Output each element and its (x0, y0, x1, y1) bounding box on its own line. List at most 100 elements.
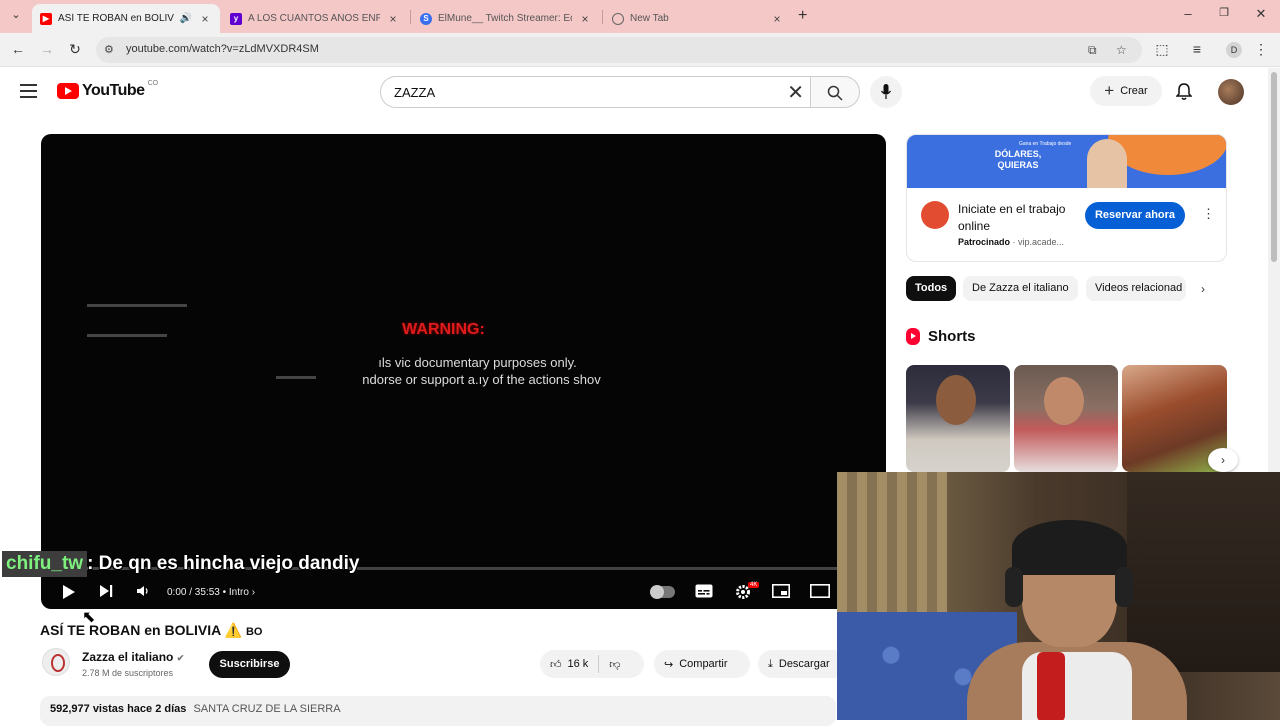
subscribe-button[interactable]: Suscribirse (209, 651, 290, 678)
speaker-icon[interactable]: 🔊 (180, 13, 192, 24)
search-button[interactable] (810, 76, 860, 108)
yahoo-favicon-icon: y (230, 12, 242, 25)
next-video-icon[interactable] (99, 584, 113, 598)
chip-from-channel[interactable]: De Zazza el italiano (963, 276, 1078, 301)
media-control-icon[interactable]: ≡ (1188, 41, 1206, 57)
account-avatar[interactable] (1218, 79, 1244, 105)
create-label: Crear (1120, 85, 1148, 97)
close-tab-icon[interactable]: × (770, 12, 784, 26)
thumbs-down-icon[interactable]: 👎︎ (609, 658, 620, 671)
channel-avatar[interactable] (42, 648, 70, 676)
new-tab-plus-icon[interactable]: + (798, 7, 807, 25)
s-favicon-icon: S (420, 12, 432, 25)
tab-youtube-video[interactable]: ▶ ASÍ TE ROBAN en BOLIVIA ⚠️ 🔊 × (32, 4, 220, 33)
download-button[interactable]: ⤓ Descargar (758, 650, 848, 678)
chip-all[interactable]: Todos (906, 276, 957, 301)
tab-yahoo[interactable]: y A LOS CUANTOS AÑOS ENPEZÓ × (222, 4, 408, 33)
short-thumbnail[interactable] (906, 365, 1010, 472)
webcam-door (1127, 472, 1280, 672)
close-tab-icon[interactable]: × (578, 12, 592, 26)
short-thumbnail[interactable] (1014, 365, 1118, 472)
chips-next-chevron-icon[interactable]: › (1201, 282, 1205, 296)
player-controls: 0:00 / 35:53 • Intro › 4K (41, 578, 886, 608)
channel-name-link[interactable]: Zazza el italiano ✔ (82, 650, 184, 664)
minimize-icon[interactable]: – (1178, 6, 1198, 21)
like-count[interactable]: 16 k (568, 658, 589, 670)
tab-new-tab[interactable]: New Tab × (604, 4, 792, 33)
tab-twitch-streamer[interactable]: S ElMune__ Twitch Streamer: Ed × (412, 4, 600, 33)
miniplayer-icon[interactable] (772, 584, 790, 598)
subtitles-icon[interactable] (695, 584, 713, 598)
globe-icon (612, 12, 624, 25)
video-title: ASÍ TE ROBAN en BOLIVIA ⚠️ BO (40, 622, 262, 639)
chapter-label[interactable]: Intro (229, 587, 249, 598)
forward-arrow-icon[interactable]: → (38, 41, 56, 57)
shorts-header: Shorts (906, 328, 976, 345)
ad-title[interactable]: Iniciate en el trabajo online (958, 201, 1078, 235)
voice-search-button[interactable] (870, 76, 902, 108)
reload-icon[interactable]: ↻ (66, 41, 84, 58)
chapter-chevron-icon[interactable]: › (252, 587, 255, 598)
more-options-icon[interactable]: ⋮ (1202, 206, 1215, 222)
search-query-text[interactable]: ZAZZA (394, 85, 435, 100)
clear-search-icon[interactable]: ✕ (787, 80, 804, 105)
video-player[interactable]: WARNING: ıls vic documentary purposes on… (41, 134, 886, 609)
youtube-play-logo-icon (57, 83, 79, 99)
close-tab-icon[interactable]: × (198, 12, 212, 26)
tab-separator (602, 10, 603, 24)
address-bar[interactable]: ⚙ youtube.com/watch?v=zLdMVXDR4SM ⧉ ☆ (96, 37, 1142, 63)
share-button[interactable]: ↪ Compartir (654, 650, 750, 678)
ad-cta-button[interactable]: Reservar ahora (1085, 202, 1185, 229)
youtube-logo[interactable]: YouTube CO (57, 80, 158, 100)
tab-separator (410, 10, 411, 24)
headphones (1115, 567, 1133, 607)
restore-icon[interactable]: ❐ (1214, 6, 1234, 19)
description-box[interactable]: 592,977 vistas hace 2 días SANTA CRUZ DE… (40, 696, 836, 726)
close-tab-icon[interactable]: × (386, 12, 400, 26)
site-info-icon[interactable]: ⚙ (104, 43, 114, 56)
cast-icon[interactable]: ⧉ (1088, 43, 1097, 58)
tab-title: ElMune__ Twitch Streamer: Ed (438, 13, 572, 24)
youtube-header: YouTube CO ZAZZA ✕ + Crear (0, 68, 1268, 116)
tab-title: ASÍ TE ROBAN en BOLIVIA ⚠️ (58, 13, 174, 24)
url-text[interactable]: youtube.com/watch?v=zLdMVXDR4SM (126, 43, 319, 55)
time-text: 0:00 / 35:53 (167, 587, 220, 598)
sponsored-ad-card[interactable]: Gana en Trabajo desde DÓLARES, QUIERAS I… (906, 134, 1227, 262)
create-button[interactable]: + Crear (1090, 76, 1162, 106)
webcam-curtain (837, 472, 947, 632)
ad-sponsor-line: Patrocinado · vip.acade... (958, 237, 1065, 247)
ad-banner-image[interactable]: Gana en Trabajo desde DÓLARES, QUIERAS (907, 135, 1226, 188)
profile-avatar[interactable]: D (1226, 42, 1242, 58)
country-tag: BO (245, 626, 263, 638)
play-icon[interactable] (62, 584, 76, 600)
shorts-next-chevron-icon[interactable]: › (1208, 448, 1238, 472)
tab-title: A LOS CUANTOS AÑOS ENPEZÓ (248, 13, 380, 24)
chat-username: chifu_tw (2, 551, 88, 577)
thumbs-up-icon[interactable]: 👍︎ (550, 658, 562, 671)
browser-toolbar: ← → ↻ ⚙ youtube.com/watch?v=zLdMVXDR4SM … (0, 33, 1280, 67)
warning-emoji-icon: ⚠️ (224, 622, 243, 638)
bookmark-star-icon[interactable]: ☆ (1116, 43, 1127, 57)
notifications-bell-icon[interactable] (1176, 83, 1192, 101)
like-dislike-group: 👍︎ 16 k 👎︎ (540, 650, 644, 678)
back-arrow-icon[interactable]: ← (9, 41, 27, 57)
search-icon (827, 85, 843, 101)
advertiser-logo[interactable] (921, 201, 949, 229)
share-arrow-icon: ↪ (664, 658, 674, 671)
search-input[interactable]: ZAZZA ✕ (380, 76, 810, 108)
hamburger-menu-icon[interactable] (20, 84, 37, 102)
location-tag[interactable]: SANTA CRUZ DE LA SIERRA (193, 703, 340, 715)
warning-title: WARNING: (402, 321, 485, 338)
ad-domain: vip.acade... (1018, 237, 1065, 247)
volume-icon[interactable] (136, 584, 150, 598)
autoplay-toggle[interactable] (650, 585, 675, 599)
close-window-icon[interactable]: ✕ (1251, 6, 1271, 22)
scrollbar-thumb[interactable] (1271, 72, 1277, 262)
channel-name-text[interactable]: Zazza el italiano (82, 650, 173, 664)
browser-menu-icon[interactable]: ⋮ (1252, 41, 1270, 58)
tab-search-chevron-icon[interactable]: ⌄ (6, 8, 26, 26)
theater-mode-icon[interactable] (810, 584, 830, 598)
extensions-icon[interactable]: ⬚ (1153, 41, 1171, 58)
upload-age: hace 2 días (127, 703, 187, 715)
chip-related[interactable]: Videos relacionad (1086, 276, 1186, 301)
